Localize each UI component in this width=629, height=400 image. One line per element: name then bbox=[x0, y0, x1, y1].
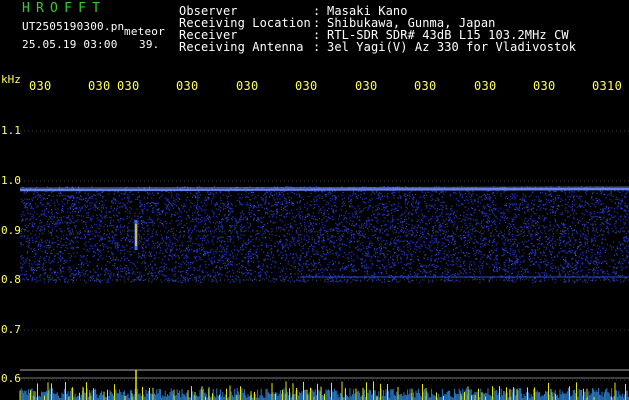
signal-level-strip bbox=[19, 370, 629, 400]
spectrogram-plot bbox=[19, 130, 629, 400]
carrier-line-main bbox=[19, 187, 629, 192]
noise-field bbox=[20, 186, 629, 284]
carrier-line-highlight bbox=[19, 186, 629, 189]
grid-lines bbox=[20, 130, 629, 381]
